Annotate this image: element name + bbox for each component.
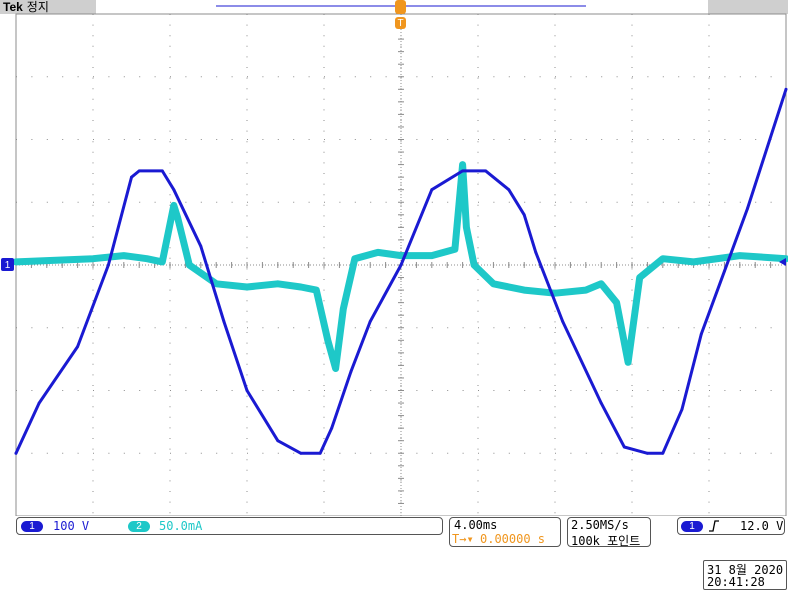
series-1-point (245, 389, 249, 392)
channel-2-scale: 50.0mA (159, 519, 203, 533)
series-2-point (145, 257, 149, 260)
sample-rate: 2.50MS/s (571, 518, 629, 532)
series-1-point (661, 451, 665, 455)
series-1-point (561, 320, 565, 323)
series-1-point (368, 320, 372, 323)
series-2-point (215, 282, 218, 285)
series-2-point (638, 276, 641, 279)
series-1-point (222, 320, 226, 323)
record-length: 100k 포인트 (571, 534, 641, 548)
series-2-point (161, 260, 164, 264)
series-2-point (584, 288, 587, 292)
series-2-point (399, 254, 403, 257)
series-1-point (622, 445, 626, 449)
channel-scale-panel[interactable]: 1 100 V 2 50.0mA (16, 517, 443, 535)
time-value: 20:41:28 (707, 575, 765, 589)
datetime-panel: 31 8월 2020 20:41:28 (703, 560, 787, 590)
series-1-point (784, 87, 788, 91)
series-1-point (522, 213, 526, 217)
waveform-display: T 1 (1, 0, 788, 517)
series-1-point (723, 269, 726, 273)
series-1-point (299, 451, 303, 455)
series-1-point (276, 439, 280, 443)
series-1-point (349, 370, 353, 374)
series-1-point (330, 426, 334, 430)
series-2-point (91, 257, 95, 260)
series-2-point (661, 257, 664, 260)
series-2-point (738, 254, 741, 257)
series-1-point (172, 188, 176, 192)
series-2-point (492, 282, 495, 285)
trigger-panel[interactable]: 1 12.0 V (677, 517, 785, 535)
horizontal-position-value: 0.00000 s (480, 532, 546, 546)
trigger-level-value: 12.0 V (740, 519, 784, 533)
series-1-point (318, 451, 322, 455)
series-2-point (376, 251, 380, 254)
series-2-point (188, 263, 191, 267)
series-1-point (76, 345, 79, 348)
series-1-point (137, 169, 141, 173)
channel-1-scale: 100 V (53, 519, 90, 533)
series-1-point (130, 175, 133, 179)
series-1-point (680, 407, 684, 411)
horizontal-position-icon: T→▾ (452, 532, 474, 546)
series-2-point (430, 254, 433, 257)
trigger-source-badge: 1 (681, 521, 703, 532)
bottom-status-bar: 1 100 V 2 50.0mA 4.00ms T→▾ 0.00000 s 2.… (0, 516, 788, 592)
series-2-point (353, 257, 356, 260)
series-2-point (334, 367, 337, 370)
series-1-point (746, 207, 749, 210)
series-2-point (461, 163, 464, 166)
series-2-point (176, 216, 179, 220)
series-1-point (507, 188, 511, 192)
ground-marker-label: 1 (5, 260, 11, 271)
series-2-point (615, 301, 618, 304)
series-1-point (646, 451, 649, 455)
channel-1-ground-marker[interactable]: 1 (1, 258, 14, 271)
rising-edge-icon (709, 520, 719, 532)
series-1-point (14, 451, 18, 455)
series-2-point (299, 285, 303, 289)
series-2-point (553, 292, 557, 295)
series-1-point (484, 169, 488, 173)
series-2-point (600, 282, 603, 285)
series-2-point (472, 263, 476, 267)
timebase-value: 4.00ms (454, 518, 498, 532)
series-2-point (276, 282, 279, 285)
series-2-point (692, 260, 695, 264)
series-2-point (14, 260, 18, 264)
series-2-point (326, 339, 329, 342)
series-2-point (172, 204, 175, 207)
series-1-point (37, 401, 41, 405)
series-2-point (626, 361, 630, 364)
series-1-point (199, 244, 203, 248)
series-2-point (523, 288, 526, 292)
horizontal-panel[interactable]: 4.00ms T→▾ 0.00000 s (449, 517, 561, 547)
series-2-point (453, 248, 457, 251)
series-1-point (430, 188, 434, 192)
series-2-point (245, 285, 249, 289)
series-1-point (160, 169, 164, 173)
series-2-point (465, 226, 468, 229)
series-1-point (461, 169, 464, 173)
series-2-point (342, 307, 345, 311)
channel-2-badge[interactable]: 2 (128, 521, 150, 532)
acquisition-panel[interactable]: 2.50MS/s 100k 포인트 (567, 517, 651, 548)
trigger-marker-label: T (397, 18, 403, 29)
series-1-point (699, 332, 703, 336)
channel-1-trace (14, 87, 788, 455)
channel-1-badge[interactable]: 1 (21, 521, 43, 532)
series-1-point (399, 263, 403, 267)
series-2-point (122, 254, 126, 257)
series-1-point (534, 251, 538, 254)
series-2-point (315, 288, 318, 292)
series-1-point (107, 263, 110, 267)
series-1-point (599, 401, 603, 405)
